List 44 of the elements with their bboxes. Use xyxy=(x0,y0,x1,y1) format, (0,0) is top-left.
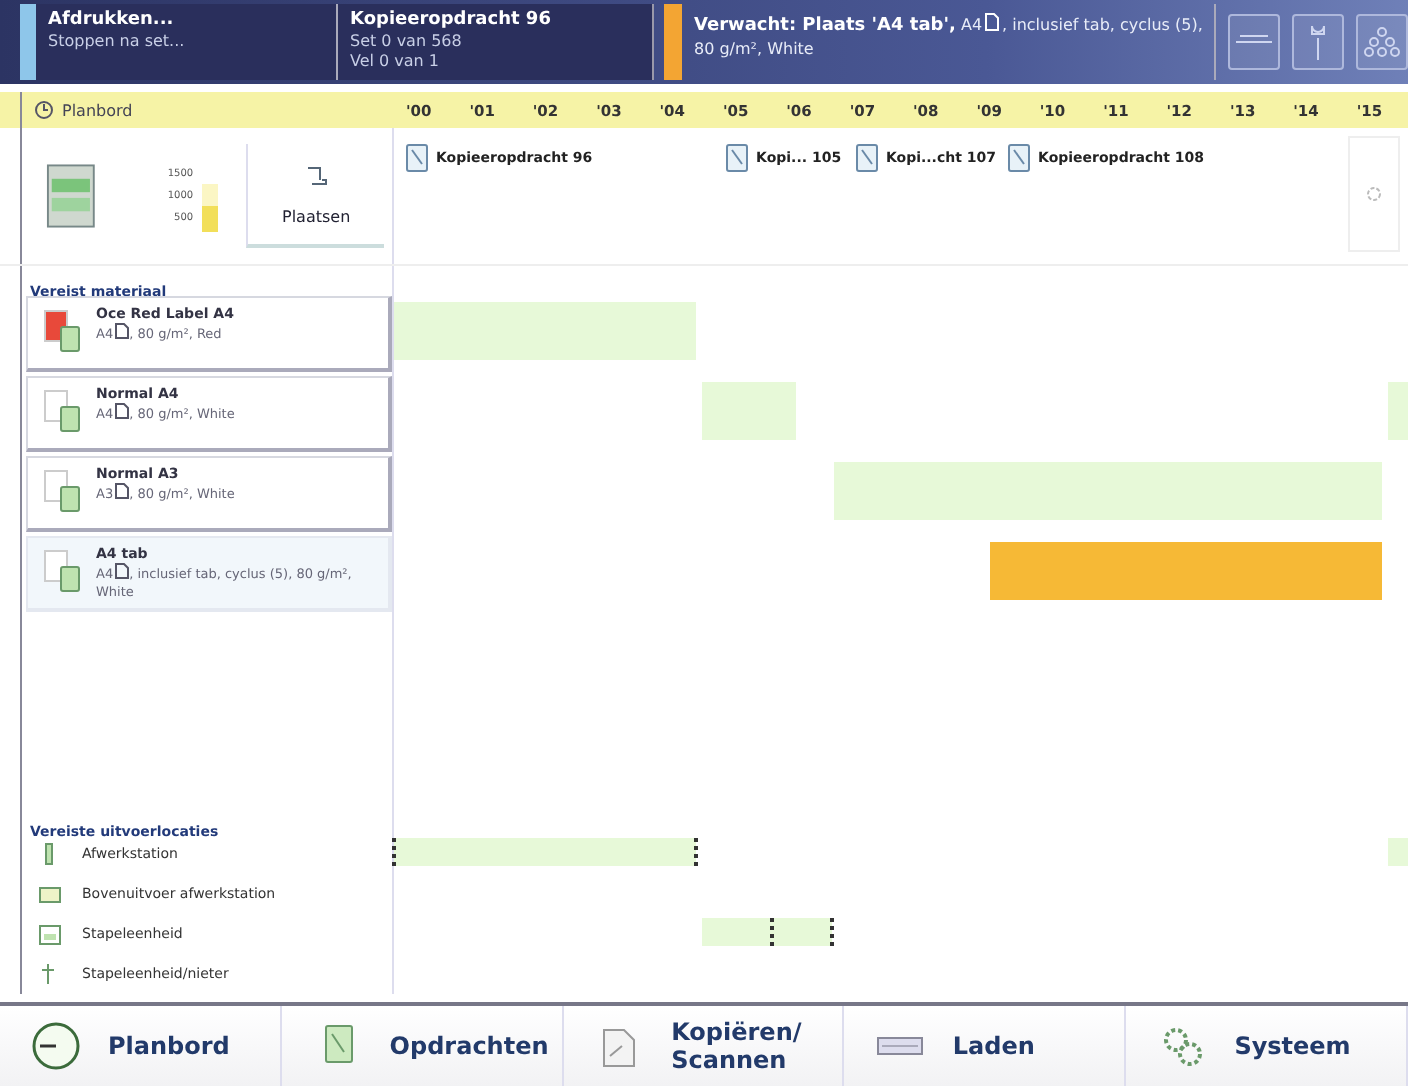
clock-icon xyxy=(28,1020,84,1072)
activity-note: Stoppen na set... xyxy=(48,32,187,52)
nav-tab[interactable]: Kopiëren/ Scannen xyxy=(563,1006,845,1086)
time-marker xyxy=(769,918,774,946)
document-icon xyxy=(406,144,428,172)
schedule-bar xyxy=(1388,838,1408,866)
plaatsen-button[interactable]: Plaatsen xyxy=(246,144,384,248)
paper-level-gauge xyxy=(201,184,219,232)
document-icon xyxy=(726,144,749,172)
output-location-icon xyxy=(38,882,62,906)
document-icon xyxy=(1008,144,1031,172)
page-icon xyxy=(113,562,130,580)
time-marker xyxy=(392,838,396,866)
nav-tab[interactable]: Planbord xyxy=(0,1006,282,1086)
document-icon xyxy=(60,486,80,512)
planbord-title: Planbord xyxy=(62,101,133,119)
service-button[interactable] xyxy=(1292,14,1345,70)
document-icon xyxy=(60,326,80,352)
nav-tab[interactable]: Systeem xyxy=(1126,1006,1408,1086)
nav-tab[interactable]: Laden xyxy=(844,1006,1127,1086)
tray-button[interactable] xyxy=(1228,14,1281,70)
clock-icon xyxy=(34,100,54,120)
page-icon xyxy=(984,12,1001,32)
output-location-icon xyxy=(38,922,62,946)
time-marker xyxy=(693,838,698,866)
schedule-bar xyxy=(1388,382,1408,440)
status-message: 80 g/m², White xyxy=(694,38,816,60)
activity-label: Afdrukken... xyxy=(48,8,176,32)
schedule-bar xyxy=(701,382,797,440)
document-icon xyxy=(855,144,878,172)
document-icon xyxy=(60,566,80,592)
page-icon xyxy=(113,482,130,500)
job-title: Kopieeropdracht 96 xyxy=(350,8,553,32)
nav-tab[interactable]: Opdrachten xyxy=(281,1006,564,1086)
page-icon xyxy=(113,402,130,420)
dots-icon xyxy=(1364,26,1401,58)
settings-button[interactable] xyxy=(1356,14,1408,70)
page-icon xyxy=(113,322,130,340)
time-marker xyxy=(829,918,834,946)
status-message: Verwacht: Plaats 'A4 tab', A4 , inclusief tab, cyclus (5), xyxy=(694,12,1203,38)
paper-tray-icon xyxy=(46,162,96,230)
document-icon xyxy=(60,406,80,432)
schedule-bar xyxy=(701,918,832,946)
spinner-icon xyxy=(1366,186,1382,202)
